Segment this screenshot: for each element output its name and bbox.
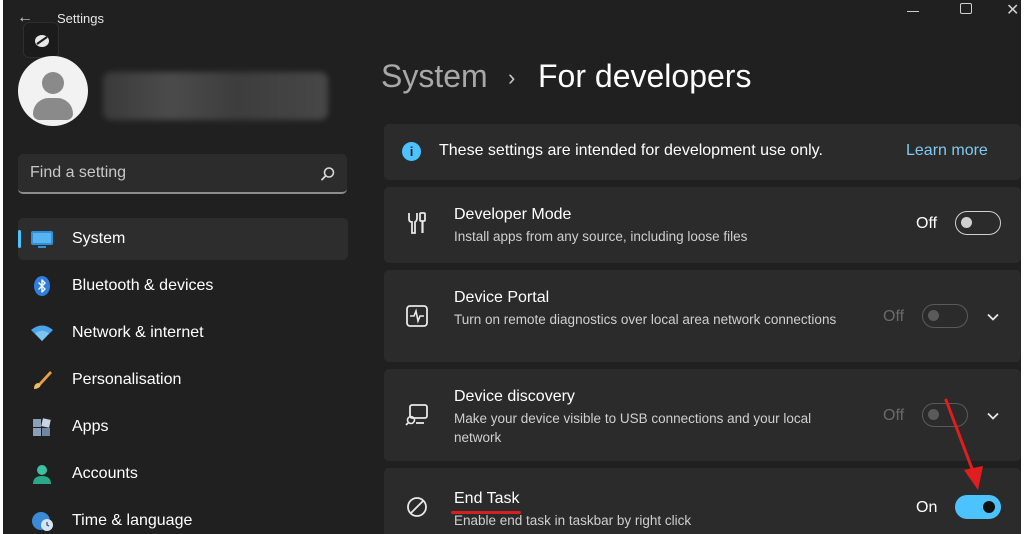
wifi-icon [31, 325, 53, 341]
learn-more-link[interactable]: Learn more [906, 142, 988, 160]
profile-name-redacted [103, 72, 328, 120]
setting-device-portal: Device Portal Turn on remote diagnostics… [384, 270, 1021, 362]
device-search-icon [405, 404, 428, 426]
toggle-knob [961, 217, 972, 228]
avatar[interactable] [18, 56, 88, 126]
toggle-state-label: Off [916, 215, 938, 232]
developer-mode-toggle[interactable] [955, 211, 1001, 235]
setting-title: Device discovery [454, 388, 575, 405]
sidebar-item-time-language[interactable]: Time & language [18, 500, 348, 534]
setting-description: Install apps from any source, including … [454, 229, 748, 244]
setting-end-task: End Task Enable end task in taskbar by r… [384, 468, 1021, 534]
device-portal-toggle[interactable] [922, 304, 968, 328]
page-title: For developers [538, 58, 752, 94]
setting-description: Turn on remote diagnostics over local ar… [454, 312, 837, 327]
apps-icon [33, 418, 51, 436]
info-icon: i [402, 142, 421, 161]
info-text: These settings are intended for developm… [439, 142, 823, 159]
sidebar-item-label: System [72, 230, 126, 247]
sidebar-item-label: Time & language [72, 512, 193, 529]
sidebar-item-system[interactable]: System [18, 218, 348, 260]
maximize-button[interactable] [960, 3, 972, 14]
setting-title: End Task [454, 490, 520, 507]
app-title: Settings [57, 11, 104, 26]
sidebar-item-network[interactable]: Network & internet [18, 312, 348, 354]
annotation-underline [451, 511, 521, 514]
breadcrumb-parent[interactable]: System [381, 58, 488, 95]
toggle-state-label: Off [883, 308, 905, 325]
info-banner: i These settings are intended for develo… [384, 124, 1021, 180]
sidebar-item-label: Bluetooth & devices [72, 277, 214, 294]
close-button[interactable]: ✕ [1006, 0, 1019, 20]
avatar-head [42, 72, 64, 94]
monitor-icon [31, 231, 53, 248]
sidebar-item-label: Personalisation [72, 371, 182, 388]
toggle-state-label: Off [883, 407, 905, 424]
sidebar-item-apps[interactable]: Apps [18, 406, 348, 448]
sidebar-nav: System Bluetooth & devices Network & int… [18, 218, 348, 534]
setting-developer-mode: Developer Mode Install apps from any sou… [384, 187, 1021, 263]
active-indicator [18, 230, 21, 248]
sidebar-item-personalisation[interactable]: Personalisation [18, 359, 348, 401]
search-input[interactable] [18, 154, 308, 192]
setting-device-discovery: Device discovery Make your device visibl… [384, 369, 1021, 461]
globe-clock-icon [32, 512, 53, 531]
sidebar-item-label: Apps [72, 418, 109, 435]
avatar-body [33, 98, 73, 120]
toggle-knob [983, 501, 995, 513]
app-icon [23, 22, 59, 58]
search-box[interactable] [18, 154, 347, 194]
breadcrumb-separator: › [508, 65, 516, 90]
search-icon[interactable] [320, 166, 336, 182]
toggle-state-label: On [916, 499, 938, 516]
chevron-down-icon[interactable] [985, 309, 1001, 325]
brush-icon [34, 371, 52, 389]
bluetooth-icon [34, 276, 50, 296]
logo-icon [35, 35, 49, 47]
sidebar-item-label: Network & internet [72, 324, 204, 341]
sidebar-item-accounts[interactable]: Accounts [18, 453, 348, 495]
end-task-toggle[interactable] [955, 495, 1001, 519]
setting-title: Developer Mode [454, 206, 572, 223]
pulse-monitor-icon [406, 305, 428, 327]
toggle-knob [928, 310, 939, 321]
tools-icon [408, 212, 426, 234]
settings-window: ← Settings ✕ System [3, 0, 1021, 534]
block-icon [407, 497, 427, 517]
title-bar: ← Settings ✕ [3, 0, 1021, 38]
minimize-button[interactable] [907, 2, 919, 12]
setting-title: Device Portal [454, 289, 550, 306]
setting-description: Make your device visible to USB connecti… [454, 411, 812, 445]
sidebar-item-label: Accounts [72, 465, 138, 482]
sidebar-item-bluetooth[interactable]: Bluetooth & devices [18, 265, 348, 307]
annotation-arrow-icon [944, 398, 983, 490]
person-icon [33, 465, 51, 484]
